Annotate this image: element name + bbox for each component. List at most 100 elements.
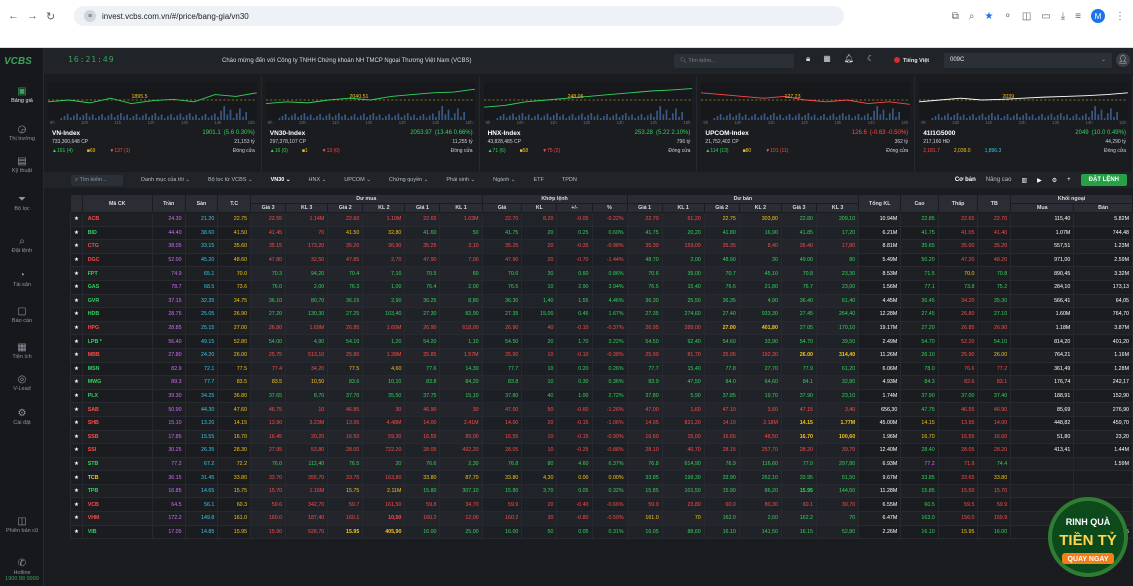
index-card[interactable]: 1895.5 9h 10h 11h 12h 13h 14h 15h VN-Index 1901.1… bbox=[44, 76, 262, 176]
filter-tab[interactable]: Chứng quyền ⌄ bbox=[380, 172, 437, 188]
table-cell[interactable]: VIB bbox=[81, 524, 153, 540]
puzzle-icon[interactable]: ◫ bbox=[1022, 11, 1031, 22]
table-cell[interactable]: GAS bbox=[81, 279, 153, 295]
favorite-star-icon[interactable]: ★ bbox=[70, 483, 83, 499]
layout-icon[interactable]: ▥ bbox=[1021, 177, 1027, 184]
table-row[interactable]: ★ VCB 64.5 56.1 60.3 59.6 342,70 59.7 161,50 59.8… bbox=[70, 497, 1133, 513]
site-info-icon[interactable]: ≡ bbox=[84, 10, 96, 22]
favorite-star-icon[interactable]: ★ bbox=[70, 361, 83, 377]
media-icon[interactable]: ≡ bbox=[1075, 11, 1081, 22]
index-card[interactable]: 2040.51 9h 10h 11h 12h 13h 14h 15h VN30-Index 205… bbox=[262, 76, 480, 176]
extension-icon[interactable]: ⚬ bbox=[1003, 11, 1011, 22]
sidebar-item-order[interactable]: ⌕ Đặt lệnh bbox=[0, 236, 44, 254]
column-header[interactable]: Sàn bbox=[184, 194, 219, 213]
sidebar-item-vlead[interactable]: ◎ V-Lead bbox=[0, 374, 44, 392]
column-header[interactable]: Bán bbox=[1073, 203, 1133, 213]
user-icon[interactable]: 👤︎ bbox=[1116, 53, 1130, 67]
table-row[interactable]: ★ DGC 52.00 45.20 48.60 47.80 32,50 47.85 2,70 47… bbox=[70, 252, 1133, 268]
column-header[interactable]: KL bbox=[521, 203, 558, 213]
video-icon[interactable]: ▶ bbox=[1037, 177, 1042, 184]
favorite-star-icon[interactable]: ★ bbox=[70, 402, 83, 417]
download-icon[interactable]: ⤓ bbox=[1061, 11, 1065, 22]
filter-tab[interactable]: Danh mục của tôi ⌄ bbox=[132, 172, 199, 188]
table-row[interactable]: ★ SSI 30.25 26.35 28.30 27.95 53,80 28.00 722,20… bbox=[70, 443, 1133, 458]
table-row[interactable]: ★ CTG 38.05 33.15 35.60 35.15 173,20 35.20 36,90… bbox=[70, 239, 1133, 254]
favorite-star-icon[interactable]: ★ bbox=[70, 307, 83, 322]
table-row[interactable]: ★ STB 77.2 67.2 72.2 76.0 112,40 76.5 20 76.6 2,30… bbox=[70, 456, 1133, 472]
promo-banner[interactable]: RINH QUÀ TIỀN TỶ QUAY NGAY bbox=[1044, 489, 1133, 586]
table-row[interactable]: ★ VIB 17.05 14.85 15.95 15.90 528,70 15.95 405,9… bbox=[70, 524, 1133, 540]
column-header[interactable]: Giá 3 bbox=[250, 203, 287, 213]
table-cell[interactable]: BID bbox=[81, 225, 153, 241]
reload-icon[interactable]: ↻ bbox=[46, 10, 55, 23]
sidebar-item-utility[interactable]: ▦ Tiện ích bbox=[0, 342, 44, 360]
menu-kebab-icon[interactable]: ⋮ bbox=[1115, 11, 1125, 22]
column-header[interactable]: Giá 2 bbox=[327, 203, 364, 213]
table-cell[interactable]: DGC bbox=[81, 252, 153, 268]
table-row[interactable]: ★ MWG 89.3 77.7 83.5 83.5 10,50 83.6 10,10 83.8 84… bbox=[70, 375, 1133, 390]
table-row[interactable]: ★ FPT 74.9 65.1 70.0 70.3 94,20 70.4 7,10 70.5 60 7… bbox=[70, 266, 1133, 281]
filter-tab[interactable]: Bộ lọc từ VCBS ⌄ bbox=[199, 172, 262, 188]
column-header[interactable]: KL 2 bbox=[738, 203, 782, 213]
favorite-star-icon[interactable]: ★ bbox=[70, 456, 83, 472]
table-row[interactable]: ★ HPG 28.85 25.15 27.00 26.80 1.69M 26.85 1.60M 2… bbox=[70, 320, 1133, 336]
index-card[interactable]: 127.23 9h 10h 11h 12h 13h 14h 15h UPCOM-Index 126… bbox=[697, 76, 916, 176]
sidebar-item-market[interactable]: ◶ Thị trường bbox=[0, 124, 44, 142]
table-cell[interactable]: MSN bbox=[81, 361, 153, 377]
calculator-icon[interactable]: ▦ bbox=[823, 54, 831, 64]
column-header[interactable]: KL 2 bbox=[362, 203, 406, 213]
favorite-star-icon[interactable]: ★ bbox=[70, 279, 83, 295]
table-cell[interactable]: SHB bbox=[81, 415, 153, 431]
column-header[interactable]: KL 1 bbox=[661, 203, 705, 213]
filter-tab[interactable]: Phái sinh ⌄ bbox=[437, 172, 484, 188]
column-header[interactable]: T.C bbox=[217, 194, 252, 213]
table-cell[interactable]: TPB bbox=[81, 483, 153, 499]
table-row[interactable]: ★ SHB 15.10 13.20 14.15 13.90 3.23M 13.95 4.48M 1… bbox=[70, 415, 1133, 431]
table-cell[interactable]: MWG bbox=[81, 375, 153, 390]
table-row[interactable]: ★ PLX 39.30 34.25 36.80 37.65 8,70 37.70 35,50 37… bbox=[70, 388, 1133, 404]
forward-icon[interactable]: → bbox=[27, 10, 38, 22]
favorite-star-icon[interactable]: ★ bbox=[70, 388, 83, 404]
bell-icon[interactable]: 🔔︎ bbox=[844, 54, 854, 64]
sidebar-item-report[interactable]: ▢ Báo cáo bbox=[0, 306, 44, 324]
favorite-star-icon[interactable]: ★ bbox=[70, 320, 83, 336]
table-row[interactable]: ★ HDB 28.75 25.05 26.90 27.20 130,30 27.25 103,4… bbox=[70, 307, 1133, 322]
sidebar-item-hotline[interactable]: ✆ Hotline 1900 88 9999 bbox=[0, 558, 44, 582]
table-cell[interactable]: HDB bbox=[81, 307, 153, 322]
table-row[interactable]: ★ SSB 17.85 15.55 16.70 16.45 20,20 16.50 59,30 1… bbox=[70, 429, 1133, 445]
table-cell[interactable]: VCB bbox=[81, 497, 153, 513]
account-select[interactable]: 009C ⌄ bbox=[944, 53, 1112, 68]
sidepanel-icon[interactable]: ▭ bbox=[1041, 11, 1050, 22]
filter-tab[interactable]: TPDN bbox=[553, 172, 586, 188]
column-header[interactable]: KL 3 bbox=[815, 203, 860, 213]
column-header[interactable]: % bbox=[591, 203, 628, 213]
table-cell[interactable]: PLX bbox=[81, 388, 153, 404]
sidebar-item-filter[interactable]: ⏷ Bộ lọc bbox=[0, 194, 44, 212]
favorite-star-icon[interactable]: ★ bbox=[70, 443, 83, 458]
sidebar-item-settings[interactable]: ⚙ Cài đặt bbox=[0, 408, 44, 426]
profile-avatar[interactable]: M bbox=[1091, 9, 1105, 23]
table-cell[interactable]: STB bbox=[81, 456, 153, 472]
table-cell[interactable]: ACB bbox=[81, 212, 153, 227]
column-header[interactable]: Giá 1 bbox=[626, 203, 663, 213]
moon-icon[interactable]: ☾ bbox=[867, 54, 874, 64]
favorite-star-icon[interactable]: ★ bbox=[70, 429, 83, 445]
table-row[interactable]: ★ LPB * 56.40 49.15 52.80 54.00 4,90 54.10 1,20 5… bbox=[70, 334, 1133, 349]
favorite-star-icon[interactable]: ★ bbox=[70, 524, 83, 540]
column-header[interactable]: Giá bbox=[481, 203, 523, 213]
sidebar-item-technical[interactable]: ▤ Kỹ thuật bbox=[0, 156, 44, 174]
column-header[interactable]: Thấp bbox=[937, 194, 979, 213]
lock-icon[interactable]: 🔒︎ bbox=[806, 54, 810, 64]
column-header[interactable]: Tổng KL bbox=[858, 194, 902, 213]
favorite-star-icon[interactable]: ★ bbox=[70, 225, 83, 241]
table-row[interactable]: ★ GVR 37.15 32.35 34.75 36.10 80,70 36.15 2,90 36… bbox=[70, 293, 1133, 309]
favorite-star-icon[interactable]: ★ bbox=[70, 293, 83, 309]
favorite-star-icon[interactable]: ★ bbox=[70, 375, 83, 390]
table-cell[interactable]: MBB bbox=[81, 347, 153, 363]
favorite-star-icon[interactable]: ★ bbox=[70, 497, 83, 513]
table-row[interactable]: ★ ACB 24.30 21.20 22.75 22.55 1.14M 22.60 1.10M 2… bbox=[70, 212, 1133, 227]
language-switch[interactable]: Tiếng Việt bbox=[894, 57, 929, 64]
filter-tab[interactable]: Ngành ⌄ bbox=[484, 172, 524, 188]
filter-tab[interactable]: ETF bbox=[524, 172, 552, 188]
favorite-star-icon[interactable]: ★ bbox=[70, 266, 83, 281]
